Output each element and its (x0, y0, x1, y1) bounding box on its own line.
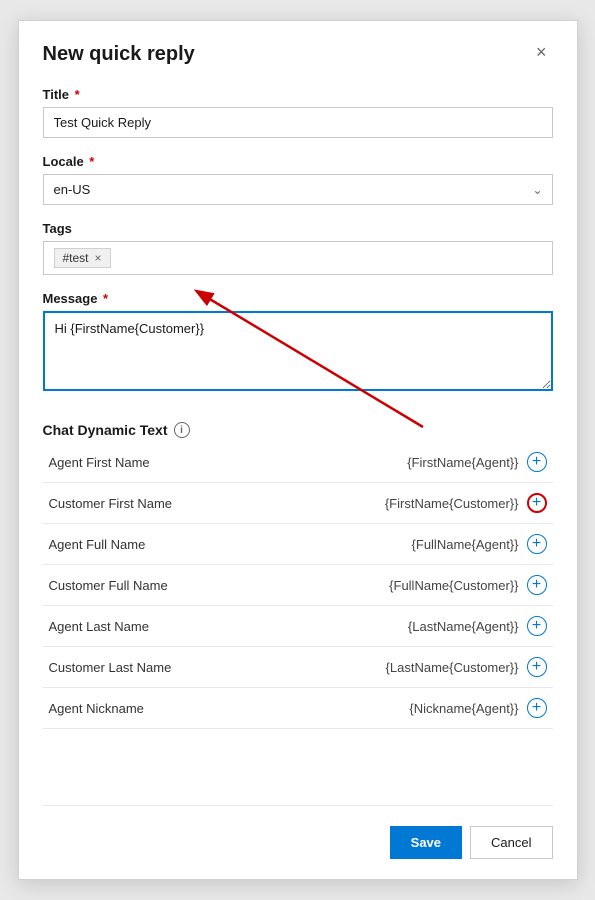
dynamic-row-label: Agent Nickname (49, 701, 273, 716)
dynamic-row-label: Customer Full Name (49, 578, 273, 593)
tag-item: #test × (54, 248, 111, 268)
title-group: Title * (43, 87, 553, 138)
chat-dynamic-title: Chat Dynamic Text i (43, 422, 553, 438)
message-textarea[interactable]: Hi {FirstName{Customer}} (43, 311, 553, 391)
locale-label: Locale * (43, 154, 553, 169)
dynamic-code: {FirstName{Customer}} (385, 496, 519, 511)
new-quick-reply-dialog: New quick reply × Title * Locale * en-US… (18, 20, 578, 880)
dynamic-code: {LastName{Customer}} (386, 660, 519, 675)
dynamic-code: {FirstName{Agent}} (407, 455, 518, 470)
dynamic-row: Customer Full Name {FullName{Customer}} + (43, 565, 553, 606)
add-dynamic-button[interactable]: + (527, 616, 547, 636)
tag-remove-button[interactable]: × (95, 252, 102, 264)
tags-label: Tags (43, 221, 553, 236)
dialog-title: New quick reply (43, 41, 195, 67)
title-input[interactable] (43, 107, 553, 138)
dynamic-row-value: {FullName{Customer}} + (389, 575, 546, 595)
dynamic-row: Agent Full Name {FullName{Agent}} + (43, 524, 553, 565)
dynamic-row-value: {FirstName{Customer}} + (385, 493, 547, 513)
dynamic-code: {Nickname{Agent}} (409, 701, 518, 716)
add-dynamic-button[interactable]: + (527, 534, 547, 554)
dynamic-row-label: Agent First Name (49, 455, 273, 470)
dynamic-row-label: Agent Last Name (49, 619, 273, 634)
tags-group: Tags #test × (43, 221, 553, 275)
dynamic-row: Agent First Name {FirstName{Agent}} + (43, 442, 553, 483)
info-icon[interactable]: i (174, 422, 190, 438)
save-button[interactable]: Save (390, 826, 462, 859)
cancel-button[interactable]: Cancel (470, 826, 552, 859)
message-required: * (99, 291, 108, 306)
locale-group: Locale * en-US fr-FR de-DE es-ES ⌄ (43, 154, 553, 205)
dynamic-row-label: Agent Full Name (49, 537, 273, 552)
close-button[interactable]: × (530, 41, 553, 63)
locale-select[interactable]: en-US fr-FR de-DE es-ES (43, 174, 553, 205)
title-label: Title * (43, 87, 553, 102)
dynamic-row: Agent Last Name {LastName{Agent}} + (43, 606, 553, 647)
dynamic-rows-container: Agent First Name{FirstName{Agent}}+Custo… (43, 442, 553, 729)
dynamic-code: {LastName{Agent}} (408, 619, 519, 634)
tag-text: #test (63, 251, 89, 265)
dialog-footer: Save Cancel (43, 805, 553, 859)
add-dynamic-button[interactable]: + (527, 698, 547, 718)
add-dynamic-button[interactable]: + (527, 452, 547, 472)
add-dynamic-button[interactable]: + (527, 575, 547, 595)
locale-required: * (86, 154, 95, 169)
dynamic-code: {FullName{Agent}} (412, 537, 519, 552)
dynamic-row-value: {FirstName{Agent}} + (407, 452, 546, 472)
dynamic-code: {FullName{Customer}} (389, 578, 518, 593)
locale-select-wrapper: en-US fr-FR de-DE es-ES ⌄ (43, 174, 553, 205)
dynamic-row-value: {LastName{Customer}} + (386, 657, 547, 677)
dynamic-row-label: Customer First Name (49, 496, 273, 511)
dynamic-row: Customer Last Name {LastName{Customer}} + (43, 647, 553, 688)
dynamic-row: Agent Nickname {Nickname{Agent}} + (43, 688, 553, 729)
dynamic-row: Customer First Name {FirstName{Customer}}… (43, 483, 553, 524)
tags-input[interactable]: #test × (43, 241, 553, 275)
message-label: Message * (43, 291, 553, 306)
chat-dynamic-section: Chat Dynamic Text i Agent First Name {Fir… (43, 422, 553, 805)
add-dynamic-button[interactable]: + (527, 657, 547, 677)
dynamic-row-value: {FullName{Agent}} + (412, 534, 547, 554)
dynamic-row-label: Customer Last Name (49, 660, 273, 675)
dynamic-row-value: {Nickname{Agent}} + (409, 698, 546, 718)
title-required: * (71, 87, 80, 102)
message-group: Message * Hi {FirstName{Customer}} (43, 291, 553, 396)
dialog-header: New quick reply × (43, 41, 553, 67)
dynamic-row-value: {LastName{Agent}} + (408, 616, 547, 636)
add-dynamic-button[interactable]: + (527, 493, 547, 513)
